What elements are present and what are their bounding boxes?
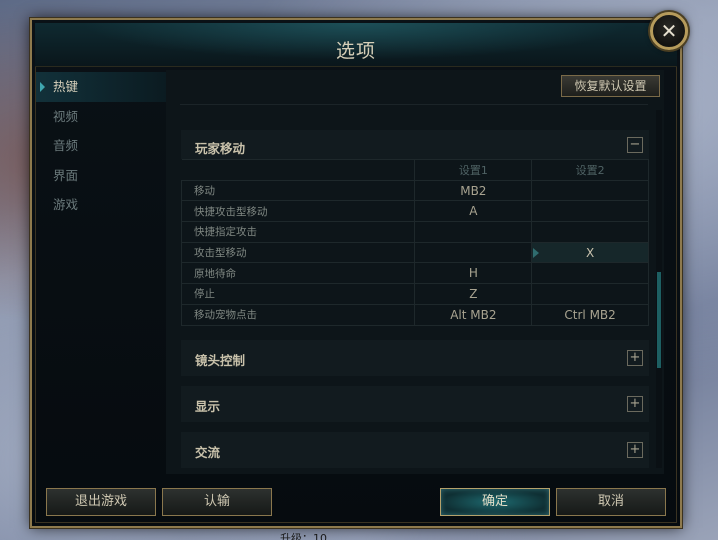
- nav-item-video[interactable]: 视频: [36, 102, 166, 132]
- keybind-cell[interactable]: [531, 221, 649, 243]
- reset-defaults-button[interactable]: 恢复默认设置: [561, 75, 660, 97]
- expand-icon[interactable]: +: [627, 442, 643, 458]
- section-title: 玩家移动: [195, 141, 246, 156]
- cancel-button[interactable]: 取消: [556, 488, 666, 516]
- keybind-cell[interactable]: MB2: [414, 179, 533, 202]
- keybind-cell[interactable]: A: [414, 200, 533, 223]
- header-setting1: 设置1: [414, 159, 533, 181]
- action-label: 移动宠物点击: [180, 303, 416, 326]
- keybind-cell[interactable]: [414, 241, 533, 264]
- section-camera-control[interactable]: 镜头控制 +: [181, 340, 649, 376]
- table-row: 攻击型移动 X: [180, 241, 649, 264]
- nav-item-audio[interactable]: 音频: [36, 131, 166, 161]
- keybind-cell[interactable]: [531, 262, 649, 285]
- table-row: 快捷攻击型移动 A: [180, 200, 649, 223]
- keybind-cell[interactable]: [531, 179, 649, 202]
- ok-button[interactable]: 确定: [440, 488, 550, 516]
- action-label: 快捷攻击型移动: [180, 200, 416, 223]
- keybind-cell[interactable]: [531, 200, 649, 223]
- keybind-cell[interactable]: Alt MB2: [414, 303, 533, 326]
- action-label: 移动: [180, 179, 416, 202]
- table-row: 原地待命 H: [180, 262, 649, 285]
- divider: [180, 104, 648, 105]
- keybind-cell[interactable]: Z: [414, 283, 533, 305]
- options-nav: 热键 视频 音频 界面 游戏: [36, 72, 166, 220]
- scrollbar-thumb[interactable]: [657, 272, 661, 368]
- exit-game-button[interactable]: 退出游戏: [46, 488, 156, 516]
- keybind-cell[interactable]: H: [414, 262, 533, 285]
- dialog-title: 选项: [335, 40, 376, 62]
- table-header: 设置1 设置2: [181, 159, 649, 181]
- section-display[interactable]: 显示 +: [181, 386, 649, 422]
- nav-item-game[interactable]: 游戏: [36, 190, 166, 220]
- hotkey-table: 设置1 设置2 移动 MB2 快捷攻击型移动 A 快捷指定攻击 攻击型移动 X …: [180, 159, 649, 326]
- nav-item-interface[interactable]: 界面: [36, 161, 166, 191]
- close-icon[interactable]: ✕: [650, 12, 688, 50]
- background-hud-text: 升级：10: [280, 532, 327, 540]
- table-row: 快捷指定攻击: [180, 221, 649, 243]
- keybind-cell[interactable]: [414, 221, 533, 243]
- action-label: 停止: [180, 283, 416, 305]
- table-row: 停止 Z: [180, 283, 649, 305]
- surrender-button[interactable]: 认输: [162, 488, 272, 516]
- section-title: 交流: [195, 445, 221, 460]
- section-player-movement[interactable]: 玩家移动 −: [181, 130, 649, 159]
- action-label: 原地待命: [180, 262, 416, 285]
- collapse-icon[interactable]: −: [627, 137, 643, 153]
- section-title: 镜头控制: [195, 353, 246, 368]
- table-row: 移动 MB2: [180, 179, 649, 202]
- keybind-cell-selected[interactable]: X: [531, 241, 649, 264]
- section-chat[interactable]: 交流 +: [181, 432, 649, 468]
- nav-item-hotkeys[interactable]: 热键: [36, 72, 166, 102]
- expand-icon[interactable]: +: [627, 350, 643, 366]
- table-row: 移动宠物点击 Alt MB2 Ctrl MB2: [180, 303, 649, 326]
- action-label: 快捷指定攻击: [180, 221, 416, 243]
- action-label: 攻击型移动: [180, 241, 416, 264]
- keybind-cell[interactable]: [531, 283, 649, 305]
- header-setting2: 设置2: [531, 159, 649, 181]
- keybind-cell[interactable]: Ctrl MB2: [531, 303, 649, 326]
- header-action: [181, 159, 416, 181]
- dialog-titlebar: 选项: [35, 23, 677, 67]
- section-title: 显示: [195, 399, 221, 414]
- expand-icon[interactable]: +: [627, 396, 643, 412]
